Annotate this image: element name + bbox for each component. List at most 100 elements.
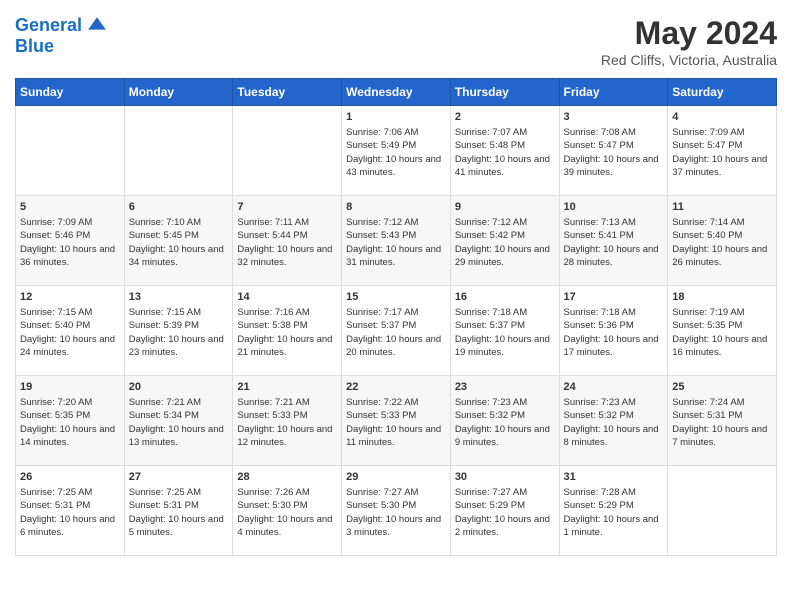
day-number: 9 xyxy=(455,201,555,213)
day-info: Sunrise: 7:12 AMSunset: 5:42 PMDaylight:… xyxy=(455,216,555,269)
day-number: 8 xyxy=(346,201,446,213)
calendar-cell: 1 Sunrise: 7:06 AMSunset: 5:49 PMDaylight… xyxy=(342,106,451,196)
day-info: Sunrise: 7:25 AMSunset: 5:31 PMDaylight:… xyxy=(20,486,120,539)
calendar-cell: 22Sunrise: 7:22 AMSunset: 5:33 PMDayligh… xyxy=(342,376,451,466)
day-number: 7 xyxy=(237,201,337,213)
day-number: 24 xyxy=(564,381,664,393)
day-number: 19 xyxy=(20,381,120,393)
day-number: 13 xyxy=(129,291,229,303)
calendar-row: 5 Sunrise: 7:09 AMSunset: 5:46 PMDaylight… xyxy=(16,196,777,286)
calendar-cell: 20 Sunrise: 7:21 AMSunset: 5:34 PMDayligh… xyxy=(124,376,233,466)
day-info: Sunrise: 7:06 AMSunset: 5:49 PMDaylight:… xyxy=(346,126,446,179)
calendar-row: 12 Sunrise: 7:15 AMSunset: 5:40 PMDayligh… xyxy=(16,286,777,376)
weekday-header-monday: Monday xyxy=(124,79,233,106)
day-info: Sunrise: 7:22 AMSunset: 5:33 PMDaylight:… xyxy=(346,396,446,449)
day-info: Sunrise: 7:20 AMSunset: 5:35 PMDaylight:… xyxy=(20,396,120,449)
title-block: May 2024 Red Cliffs, Victoria, Australia xyxy=(601,15,777,68)
calendar-cell: 9 Sunrise: 7:12 AMSunset: 5:42 PMDaylight… xyxy=(450,196,559,286)
calendar-cell: 7 Sunrise: 7:11 AMSunset: 5:44 PMDaylight… xyxy=(233,196,342,286)
day-info: Sunrise: 7:11 AMSunset: 5:44 PMDaylight:… xyxy=(237,216,337,269)
day-number: 2 xyxy=(455,111,555,123)
day-number: 12 xyxy=(20,291,120,303)
day-info: Sunrise: 7:23 AMSunset: 5:32 PMDaylight:… xyxy=(564,396,664,449)
day-number: 1 xyxy=(346,111,446,123)
calendar-cell: 27Sunrise: 7:25 AMSunset: 5:31 PMDayligh… xyxy=(124,466,233,556)
day-number: 5 xyxy=(20,201,120,213)
day-number: 18 xyxy=(672,291,772,303)
calendar-cell: 16Sunrise: 7:18 AMSunset: 5:37 PMDayligh… xyxy=(450,286,559,376)
day-info: Sunrise: 7:17 AMSunset: 5:37 PMDaylight:… xyxy=(346,306,446,359)
calendar-cell: 19 Sunrise: 7:20 AMSunset: 5:35 PMDayligh… xyxy=(16,376,125,466)
calendar-cell: 4 Sunrise: 7:09 AMSunset: 5:47 PMDaylight… xyxy=(668,106,777,196)
day-number: 21 xyxy=(237,381,337,393)
day-number: 4 xyxy=(672,111,772,123)
day-number: 29 xyxy=(346,471,446,483)
day-info: Sunrise: 7:21 AMSunset: 5:34 PMDaylight:… xyxy=(129,396,229,449)
day-info: Sunrise: 7:08 AMSunset: 5:47 PMDaylight:… xyxy=(564,126,664,179)
day-number: 15 xyxy=(346,291,446,303)
calendar-cell xyxy=(668,466,777,556)
day-info: Sunrise: 7:24 AMSunset: 5:31 PMDaylight:… xyxy=(672,396,772,449)
day-number: 11 xyxy=(672,201,772,213)
calendar-cell: 30 Sunrise: 7:27 AMSunset: 5:29 PMDayligh… xyxy=(450,466,559,556)
calendar-cell: 25 Sunrise: 7:24 AMSunset: 5:31 PMDayligh… xyxy=(668,376,777,466)
day-number: 14 xyxy=(237,291,337,303)
day-info: Sunrise: 7:26 AMSunset: 5:30 PMDaylight:… xyxy=(237,486,337,539)
calendar-cell: 12 Sunrise: 7:15 AMSunset: 5:40 PMDayligh… xyxy=(16,286,125,376)
day-info: Sunrise: 7:27 AMSunset: 5:30 PMDaylight:… xyxy=(346,486,446,539)
day-info: Sunrise: 7:14 AMSunset: 5:40 PMDaylight:… xyxy=(672,216,772,269)
calendar-cell: 26 Sunrise: 7:25 AMSunset: 5:31 PMDayligh… xyxy=(16,466,125,556)
calendar-cell: 14Sunrise: 7:16 AMSunset: 5:38 PMDayligh… xyxy=(233,286,342,376)
page-header: General Blue May 2024 Red Cliffs, Victor… xyxy=(15,15,777,68)
day-number: 3 xyxy=(564,111,664,123)
calendar-cell: 10Sunrise: 7:13 AMSunset: 5:41 PMDayligh… xyxy=(559,196,668,286)
day-info: Sunrise: 7:21 AMSunset: 5:33 PMDaylight:… xyxy=(237,396,337,449)
calendar-cell: 6 Sunrise: 7:10 AMSunset: 5:45 PMDaylight… xyxy=(124,196,233,286)
calendar-cell: 28 Sunrise: 7:26 AMSunset: 5:30 PMDayligh… xyxy=(233,466,342,556)
day-info: Sunrise: 7:07 AMSunset: 5:48 PMDaylight:… xyxy=(455,126,555,179)
day-number: 17 xyxy=(564,291,664,303)
day-number: 30 xyxy=(455,471,555,483)
day-number: 25 xyxy=(672,381,772,393)
calendar-cell: 23 Sunrise: 7:23 AMSunset: 5:32 PMDayligh… xyxy=(450,376,559,466)
calendar-cell: 13Sunrise: 7:15 AMSunset: 5:39 PMDayligh… xyxy=(124,286,233,376)
day-number: 23 xyxy=(455,381,555,393)
day-number: 26 xyxy=(20,471,120,483)
calendar-cell xyxy=(124,106,233,196)
calendar-cell xyxy=(16,106,125,196)
calendar-row: 19 Sunrise: 7:20 AMSunset: 5:35 PMDayligh… xyxy=(16,376,777,466)
logo-text: General xyxy=(15,15,108,37)
calendar-cell: 2 Sunrise: 7:07 AMSunset: 5:48 PMDaylight… xyxy=(450,106,559,196)
calendar-row: 26 Sunrise: 7:25 AMSunset: 5:31 PMDayligh… xyxy=(16,466,777,556)
day-number: 20 xyxy=(129,381,229,393)
calendar-cell: 24 Sunrise: 7:23 AMSunset: 5:32 PMDayligh… xyxy=(559,376,668,466)
location: Red Cliffs, Victoria, Australia xyxy=(601,52,777,68)
calendar-cell: 31Sunrise: 7:28 AMSunset: 5:29 PMDayligh… xyxy=(559,466,668,556)
calendar-cell: 11 Sunrise: 7:14 AMSunset: 5:40 PMDayligh… xyxy=(668,196,777,286)
weekday-header-friday: Friday xyxy=(559,79,668,106)
calendar-cell: 3 Sunrise: 7:08 AMSunset: 5:47 PMDaylight… xyxy=(559,106,668,196)
day-number: 27 xyxy=(129,471,229,483)
calendar-cell: 15 Sunrise: 7:17 AMSunset: 5:37 PMDayligh… xyxy=(342,286,451,376)
weekday-header-wednesday: Wednesday xyxy=(342,79,451,106)
day-info: Sunrise: 7:27 AMSunset: 5:29 PMDaylight:… xyxy=(455,486,555,539)
weekday-header-saturday: Saturday xyxy=(668,79,777,106)
day-info: Sunrise: 7:15 AMSunset: 5:40 PMDaylight:… xyxy=(20,306,120,359)
calendar-cell: 18 Sunrise: 7:19 AMSunset: 5:35 PMDayligh… xyxy=(668,286,777,376)
calendar-cell: 5 Sunrise: 7:09 AMSunset: 5:46 PMDaylight… xyxy=(16,196,125,286)
weekday-header-tuesday: Tuesday xyxy=(233,79,342,106)
day-info: Sunrise: 7:23 AMSunset: 5:32 PMDaylight:… xyxy=(455,396,555,449)
logo-text-blue: Blue xyxy=(15,37,108,57)
day-info: Sunrise: 7:09 AMSunset: 5:46 PMDaylight:… xyxy=(20,216,120,269)
day-info: Sunrise: 7:19 AMSunset: 5:35 PMDaylight:… xyxy=(672,306,772,359)
day-info: Sunrise: 7:10 AMSunset: 5:45 PMDaylight:… xyxy=(129,216,229,269)
calendar-table: SundayMondayTuesdayWednesdayThursdayFrid… xyxy=(15,78,777,556)
day-number: 6 xyxy=(129,201,229,213)
day-info: Sunrise: 7:13 AMSunset: 5:41 PMDaylight:… xyxy=(564,216,664,269)
day-info: Sunrise: 7:09 AMSunset: 5:47 PMDaylight:… xyxy=(672,126,772,179)
day-info: Sunrise: 7:12 AMSunset: 5:43 PMDaylight:… xyxy=(346,216,446,269)
calendar-cell xyxy=(233,106,342,196)
weekday-header-row: SundayMondayTuesdayWednesdayThursdayFrid… xyxy=(16,79,777,106)
logo: General Blue xyxy=(15,15,108,57)
day-number: 28 xyxy=(237,471,337,483)
